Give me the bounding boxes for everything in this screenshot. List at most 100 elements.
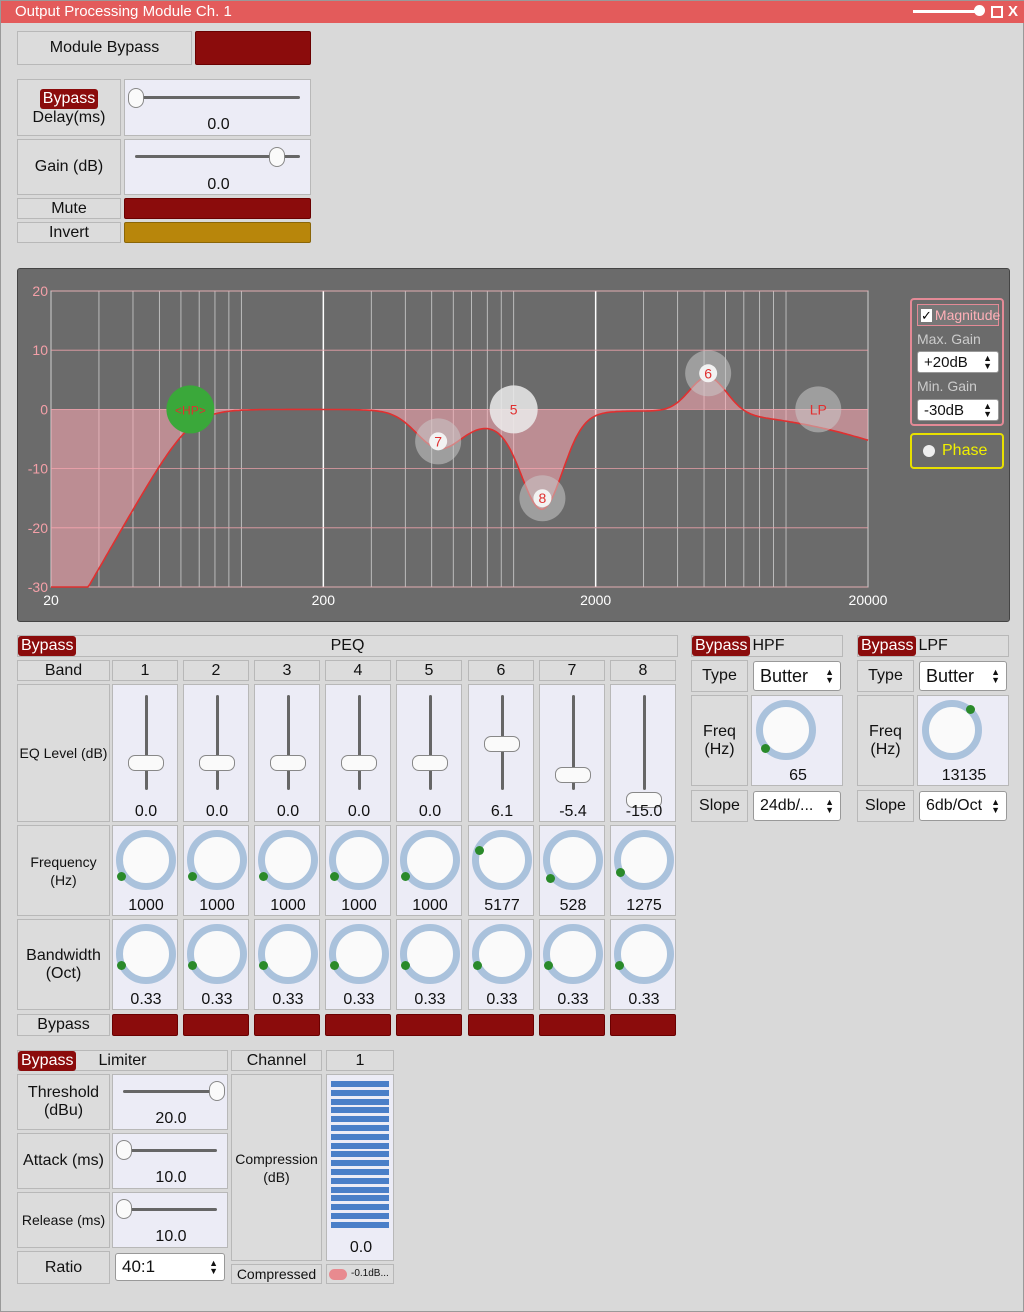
lpf-slope-label: Slope xyxy=(857,790,914,822)
eq-level-label: EQ Level (dB) xyxy=(17,684,110,822)
x-tick-label: 20 xyxy=(43,592,59,608)
hpf-type-select[interactable]: Butter ▲ ▼ xyxy=(753,661,841,691)
delay-slider-thumb[interactable] xyxy=(128,88,144,108)
attack-slider-track[interactable] xyxy=(123,1149,217,1152)
band-bypass-toggle[interactable] xyxy=(610,1014,676,1036)
hpf-slope-select[interactable]: 24db/... ▲ ▼ xyxy=(753,791,841,821)
band-eq-level-slider-track[interactable] xyxy=(428,695,432,790)
phase-toggle[interactable]: Phase xyxy=(910,433,1004,469)
ratio-select[interactable]: 40:1 ▲ ▼ xyxy=(115,1253,225,1281)
mute-button[interactable]: Mute xyxy=(17,198,121,219)
band-frequency-knob[interactable] xyxy=(472,830,532,890)
band-bypass-toggle[interactable] xyxy=(183,1014,249,1036)
band-bypass-toggle[interactable] xyxy=(396,1014,462,1036)
magnitude-toggle[interactable]: ✓ Magnitude xyxy=(917,304,1000,326)
band-frequency-pane: 1000 xyxy=(112,825,178,916)
maximize-icon[interactable] xyxy=(991,6,1003,18)
band-frequency-knob[interactable] xyxy=(400,830,460,890)
threshold-slider-track[interactable] xyxy=(123,1090,217,1093)
max-gain-label: Max. Gain xyxy=(917,331,981,347)
max-gain-select[interactable]: +20dB ▲ ▼ xyxy=(917,351,999,373)
band-frequency-value: 1000 xyxy=(270,897,306,914)
band-frequency-knob[interactable] xyxy=(614,830,674,890)
invert-button[interactable]: Invert xyxy=(17,222,121,243)
band-bypass-toggle[interactable] xyxy=(325,1014,391,1036)
release-slider-track[interactable] xyxy=(123,1208,217,1211)
band-bypass-toggle[interactable] xyxy=(468,1014,534,1036)
band-bandwidth-knob[interactable] xyxy=(543,924,603,984)
hpf-freq-label: Freq (Hz) xyxy=(691,695,748,786)
band-bandwidth-knob[interactable] xyxy=(614,924,674,984)
band-number: 3 xyxy=(254,660,320,681)
band-eq-level-slider-track[interactable] xyxy=(286,695,290,790)
band-bandwidth-knob[interactable] xyxy=(258,924,318,984)
band-eq-level-slider-thumb[interactable] xyxy=(199,755,235,771)
band-bandwidth-knob[interactable] xyxy=(187,924,247,984)
limiter-bypass-button[interactable]: Bypass xyxy=(18,1051,77,1071)
band-eq-level-slider-thumb[interactable] xyxy=(128,755,164,771)
ratio-value: 40:1 xyxy=(122,1257,156,1276)
band-bypass-toggle[interactable] xyxy=(254,1014,320,1036)
band-eq-level-slider-track[interactable] xyxy=(357,695,361,790)
band-bypass-toggle[interactable] xyxy=(539,1014,605,1036)
band-bandwidth-knob[interactable] xyxy=(472,924,532,984)
band-bandwidth-knob[interactable] xyxy=(116,924,176,984)
close-icon[interactable]: X xyxy=(1008,1,1018,23)
band-bandwidth-knob[interactable] xyxy=(329,924,389,984)
attack-slider-thumb[interactable] xyxy=(116,1140,132,1160)
module-bypass-button[interactable]: Module Bypass xyxy=(17,31,192,65)
lpf-type-select[interactable]: Butter ▲ ▼ xyxy=(919,661,1007,691)
band-bandwidth-knob-indicator xyxy=(615,961,624,970)
band-eq-level-slider-thumb[interactable] xyxy=(412,755,448,771)
threshold-slider-thumb[interactable] xyxy=(209,1081,225,1101)
band-eq-level-slider-track[interactable] xyxy=(215,695,219,790)
mute-indicator[interactable] xyxy=(124,198,311,219)
min-gain-label: Min. Gain xyxy=(917,378,977,394)
invert-indicator[interactable] xyxy=(124,222,311,243)
band-eq-level-slider-thumb[interactable] xyxy=(484,736,520,752)
band-eq-level-value: 0.0 xyxy=(347,803,371,820)
band-bandwidth-pane: 0.33 xyxy=(396,919,462,1010)
band-frequency-knob[interactable] xyxy=(116,830,176,890)
delay-bypass-button[interactable]: Bypass xyxy=(39,88,99,109)
band-eq-level-slider-thumb[interactable] xyxy=(555,767,591,783)
lpf-slope-select[interactable]: 6db/Oct ▲ ▼ xyxy=(919,791,1007,821)
gain-label: Gain (dB) xyxy=(17,139,121,195)
band-frequency-knob[interactable] xyxy=(329,830,389,890)
gain-slider-thumb[interactable] xyxy=(269,147,285,167)
phase-radio-icon[interactable] xyxy=(923,445,935,457)
peq-bypass-button[interactable]: Bypass xyxy=(18,636,77,656)
band-eq-level-slider-track[interactable] xyxy=(144,695,148,790)
min-gain-select[interactable]: -30dB ▲ ▼ xyxy=(917,399,999,421)
release-slider-thumb[interactable] xyxy=(116,1199,132,1219)
band-frequency-knob[interactable] xyxy=(187,830,247,890)
hpf-bypass-button[interactable]: Bypass xyxy=(692,636,751,656)
band-frequency-pane: 1275 xyxy=(610,825,676,916)
spinner-arrows-icon: ▲ ▼ xyxy=(983,353,992,371)
band-frequency-knob-indicator xyxy=(546,874,555,883)
band-eq-level-pane: -5.4 xyxy=(539,684,605,822)
lpf-freq-label: Freq (Hz) xyxy=(857,695,914,786)
band-frequency-knob-indicator xyxy=(188,872,197,881)
delay-slider-track[interactable] xyxy=(135,96,300,99)
magnitude-checkbox-icon[interactable]: ✓ xyxy=(921,308,932,322)
band-eq-level-value: 0.0 xyxy=(276,803,300,820)
band-eq-level-slider-thumb[interactable] xyxy=(270,755,306,771)
eq-response-graph[interactable]: 20100-10-20-30 20 200 2000 20000 <HP>7586LP xyxy=(17,268,907,622)
compression-meter xyxy=(331,1081,389,1231)
lpf-freq-pane: 13135 xyxy=(917,695,1009,786)
hpf-freq-pane: 65 xyxy=(751,695,843,786)
band-eq-level-slider-track[interactable] xyxy=(642,695,646,790)
opacity-slider-thumb[interactable] xyxy=(974,5,985,16)
compressed-led-icon xyxy=(329,1268,347,1280)
band-bandwidth-knob[interactable] xyxy=(400,924,460,984)
opacity-slider[interactable] xyxy=(913,10,983,13)
lpf-freq-knob-indicator xyxy=(966,705,975,714)
lpf-bypass-button[interactable]: Bypass xyxy=(858,636,917,656)
band-frequency-knob[interactable] xyxy=(258,830,318,890)
band-eq-level-slider-thumb[interactable] xyxy=(341,755,377,771)
module-bypass-indicator[interactable] xyxy=(195,31,311,65)
meter-segment xyxy=(331,1107,389,1114)
spinner-arrows-icon: ▲ ▼ xyxy=(983,401,992,419)
band-bypass-toggle[interactable] xyxy=(112,1014,178,1036)
